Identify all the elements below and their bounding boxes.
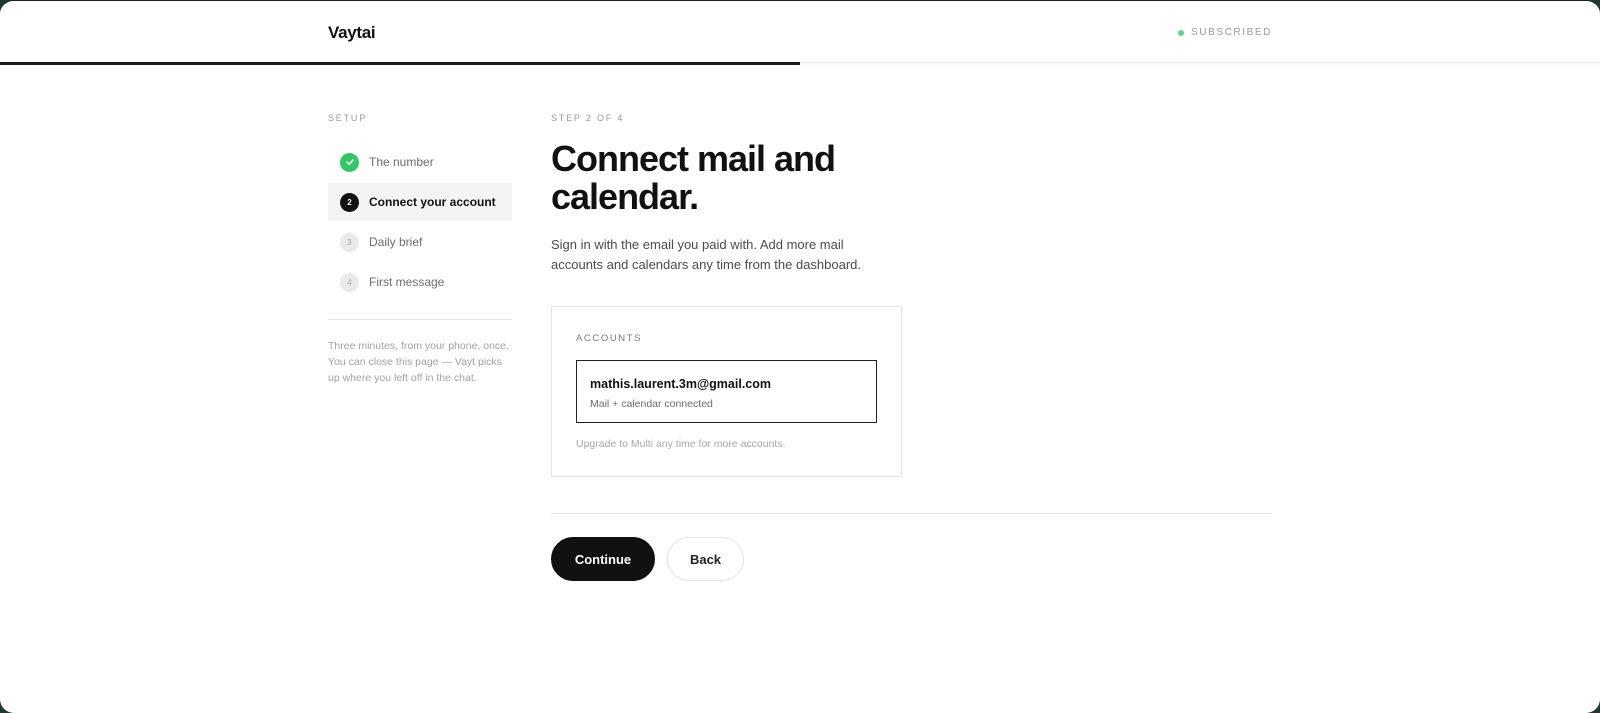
brand-logo[interactable]: Vaytai — [328, 23, 376, 43]
setup-progress-fill — [0, 62, 800, 65]
accounts-title: ACCOUNTS — [576, 333, 643, 344]
step-indicator: STEP 2 OF 4 — [551, 113, 625, 123]
app-window: Vaytai SUBSCRIBED SETUP The number 2 Con… — [0, 0, 1600, 713]
top-header: Vaytai SUBSCRIBED — [0, 1, 1600, 63]
sidebar-note: Three minutes, from your phone, once. Yo… — [328, 340, 509, 384]
checkmark-icon — [340, 152, 359, 172]
setup-progress-bar — [0, 62, 1600, 65]
continue-button[interactable]: Continue — [551, 537, 655, 581]
main-content: STEP 2 OF 4 Connect mail and calendar. S… — [551, 113, 1272, 581]
step-label: Connect your account — [369, 195, 496, 209]
step-first-message[interactable]: 4 First message — [328, 263, 512, 301]
step-label: Daily brief — [369, 235, 423, 249]
page-subtitle: Sign in with the email you paid with. Ad… — [551, 237, 862, 272]
status-dot-icon — [1177, 29, 1184, 36]
status-label: SUBSCRIBED — [1190, 27, 1272, 38]
step-number-badge: 4 — [340, 272, 359, 292]
step-connect-account[interactable]: 2 Connect your account — [328, 183, 512, 221]
accounts-card: ACCOUNTS mathis.laurent.3m@gmail.com Mai… — [551, 306, 902, 477]
step-label: First message — [369, 275, 445, 289]
account-item[interactable]: mathis.laurent.3m@gmail.com Mail + calen… — [576, 360, 877, 423]
page-title: Connect mail and calendar. — [551, 138, 836, 217]
action-buttons: Continue Back — [551, 537, 744, 581]
step-label: The number — [369, 155, 434, 169]
step-number-badge: 3 — [340, 232, 359, 252]
account-status: Mail + calendar connected — [590, 398, 713, 410]
account-email: mathis.laurent.3m@gmail.com — [590, 377, 771, 391]
setup-sidebar: SETUP The number 2 Connect your account … — [328, 113, 512, 386]
subscription-status: SUBSCRIBED — [1177, 27, 1272, 38]
step-the-number[interactable]: The number — [328, 143, 512, 181]
content-divider — [551, 513, 1272, 514]
sidebar-divider — [328, 319, 512, 320]
upgrade-note: Upgrade to Multi any time for more accou… — [576, 438, 786, 450]
step-number-badge: 2 — [340, 192, 359, 212]
step-daily-brief[interactable]: 3 Daily brief — [328, 223, 512, 261]
back-button[interactable]: Back — [667, 537, 744, 581]
sidebar-title: SETUP — [328, 113, 368, 123]
